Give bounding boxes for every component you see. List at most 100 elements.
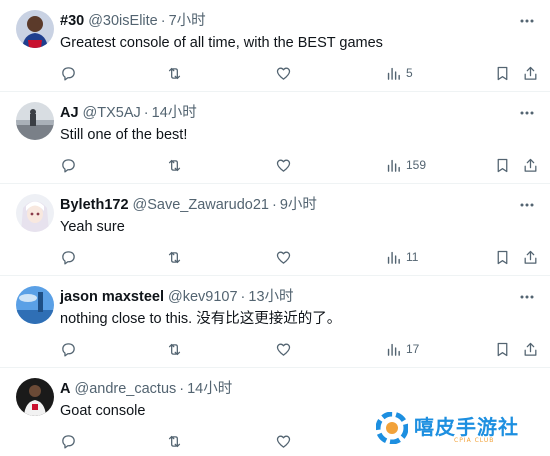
retweet-button[interactable] [166,431,183,451]
more-options-icon[interactable] [518,288,536,306]
timestamp[interactable]: 14小时 [187,379,232,399]
more-options-icon[interactable] [518,12,536,30]
like-button[interactable] [275,339,292,359]
bookmark-icon [497,250,508,264]
author-name[interactable]: jason maxsteel [60,287,164,307]
heart-icon [276,159,291,172]
comment-icon [62,158,75,173]
separator-dot: · [179,381,185,397]
view-count: 5 [406,66,413,80]
author-name[interactable]: Byleth172 [60,195,129,215]
watermark-title: 嘻皮手游社 [414,415,519,439]
separator-dot: · [240,289,246,305]
avatar[interactable] [16,10,54,48]
views-button[interactable]: 11 [385,247,418,267]
avatar[interactable] [16,102,54,140]
bookmark-button[interactable] [494,155,511,175]
share-icon [524,158,537,172]
comment-icon [62,66,75,81]
author-handle[interactable]: @andre_cactus [74,379,176,399]
comment-icon [62,342,75,357]
avatar[interactable] [16,286,54,324]
analytics-icon [387,159,400,172]
retweet-button[interactable] [166,339,183,359]
heart-icon [276,435,291,448]
reply-item[interactable]: AJ @TX5AJ · 14小时 Still one of the best! … [0,92,550,184]
timestamp[interactable]: 9小时 [280,195,317,215]
reply-button[interactable] [60,431,77,451]
like-button[interactable] [275,247,292,267]
comment-icon [62,250,75,265]
share-button[interactable] [522,155,539,175]
reply-text: Yeah sure [60,219,125,235]
timestamp[interactable]: 13小时 [248,287,293,307]
author-name[interactable]: #30 [60,11,84,31]
avatar[interactable] [16,194,54,232]
heart-icon [276,251,291,264]
avatar[interactable] [16,378,54,416]
reply-item[interactable]: #30 @30isElite · 7小时 Greatest console of… [0,0,550,92]
views-button[interactable]: 5 [385,63,413,83]
reply-item[interactable]: jason maxsteel @kev9107 · 13小时 nothing c… [0,276,550,368]
heart-icon [276,67,291,80]
retweet-button[interactable] [166,63,183,83]
share-button[interactable] [522,339,539,359]
reply-text: Still one of the best! [60,127,188,143]
analytics-icon [387,343,400,356]
reply-button[interactable] [60,155,77,175]
retweet-button[interactable] [166,155,183,175]
share-icon [524,66,537,80]
action-bar: 159 [60,155,537,175]
watermark: 嘻皮手游社 CPIA CLUB [376,408,526,450]
reply-text: Goat console [60,403,146,419]
analytics-icon [387,251,400,264]
view-count: 17 [406,342,420,356]
more-options-icon[interactable] [518,104,536,122]
retweet-button[interactable] [166,247,183,267]
author-handle[interactable]: @kev9107 [168,287,238,307]
like-button[interactable] [275,155,292,175]
watermark-subtitle: CPIA CLUB [454,437,495,444]
separator-dot: · [271,197,277,213]
author-name[interactable]: AJ [60,103,79,123]
more-options-icon[interactable] [518,196,536,214]
heart-icon [276,343,291,356]
reply-button[interactable] [60,247,77,267]
separator-dot: · [143,105,149,121]
bookmark-button[interactable] [494,339,511,359]
retweet-icon [168,159,181,171]
retweet-icon [168,67,181,79]
reply-button[interactable] [60,339,77,359]
author-handle[interactable]: @Save_Zawarudo21 [133,195,269,215]
separator-dot: · [160,13,166,29]
retweet-icon [168,251,181,263]
action-bar: 5 [60,63,537,83]
bookmark-icon [497,158,508,172]
reply-item[interactable]: Byleth172 @Save_Zawarudo21 · 9小时 Yeah su… [0,184,550,276]
share-button[interactable] [522,63,539,83]
reply-text: Greatest console of all time, with the B… [60,35,383,51]
like-button[interactable] [275,431,292,451]
author-handle[interactable]: @TX5AJ [83,103,141,123]
action-bar: 11 [60,247,537,267]
timestamp[interactable]: 14小时 [152,103,197,123]
like-button[interactable] [275,63,292,83]
views-button[interactable]: 159 [385,155,426,175]
timestamp[interactable]: 7小时 [169,11,206,31]
bookmark-icon [497,66,508,80]
reply-button[interactable] [60,63,77,83]
comment-icon [62,434,75,449]
author-handle[interactable]: @30isElite [88,11,158,31]
author-name[interactable]: A [60,379,70,399]
analytics-icon [387,67,400,80]
bookmark-button[interactable] [494,247,511,267]
bookmark-button[interactable] [494,63,511,83]
share-button[interactable] [522,247,539,267]
share-icon [524,250,537,264]
view-count: 11 [406,250,419,264]
watermark-logo-icon [376,412,408,444]
action-bar: 17 [60,339,537,359]
bookmark-icon [497,342,508,356]
share-icon [524,342,537,356]
views-button[interactable]: 17 [385,339,419,359]
